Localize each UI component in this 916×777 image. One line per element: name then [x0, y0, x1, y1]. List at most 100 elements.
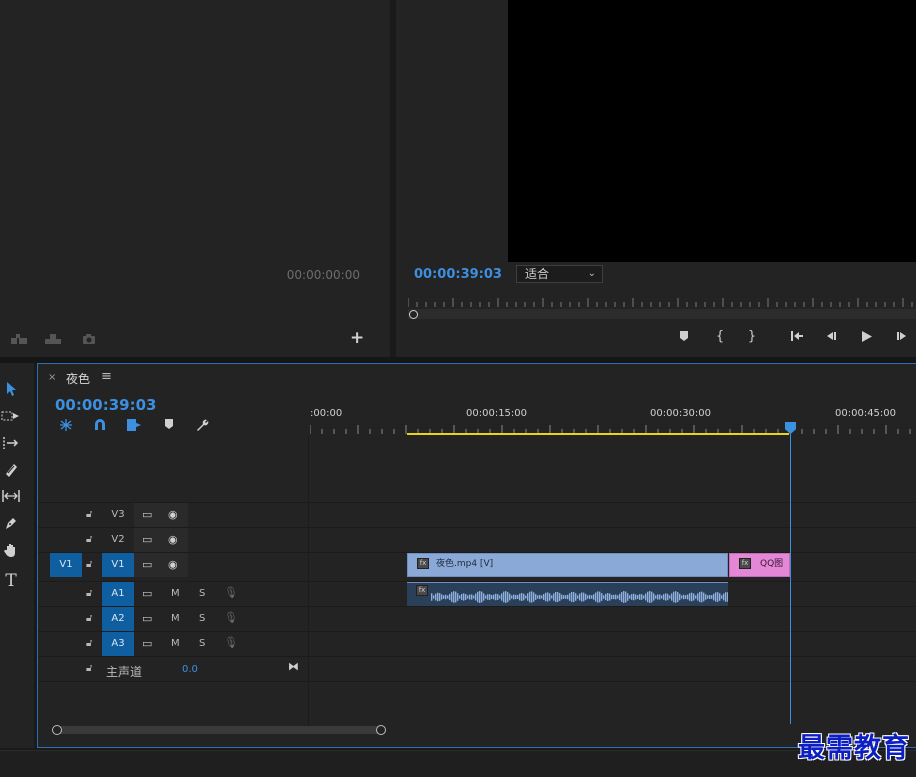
waveform-bar: [723, 593, 725, 601]
source-patch-v1[interactable]: V1: [50, 553, 82, 577]
lock-icon[interactable]: 🔓︎: [86, 588, 92, 599]
track-select-tool-icon[interactable]: [0, 407, 22, 429]
timeline-horizontal-scrollbar[interactable]: [52, 725, 386, 735]
snap-magnet-icon[interactable]: [92, 418, 108, 436]
pen-tool-icon[interactable]: [0, 515, 22, 537]
lock-icon[interactable]: 🔓︎: [86, 638, 92, 649]
nest-toggle-icon[interactable]: [58, 418, 74, 436]
mute-button[interactable]: M: [171, 638, 180, 649]
waveform-bar: [437, 592, 439, 602]
sync-lock-icon[interactable]: ▭︎: [142, 533, 152, 546]
fx-badge-icon: fx: [739, 558, 751, 569]
eye-icon[interactable]: ◉: [168, 508, 178, 521]
add-marker-icon[interactable]: [676, 330, 692, 346]
timeline-timecode[interactable]: 00:00:39:03: [55, 396, 157, 414]
eye-icon[interactable]: ◉: [168, 558, 178, 571]
track-name[interactable]: V1: [102, 553, 134, 577]
wrench-icon[interactable]: [194, 418, 210, 436]
microphone-icon[interactable]: 🎙︎: [224, 636, 238, 649]
work-area-bar[interactable]: [407, 433, 789, 435]
overwrite-icon[interactable]: [44, 333, 61, 345]
mark-out-icon[interactable]: }: [744, 330, 760, 344]
waveform-bar: [697, 593, 699, 601]
sync-lock-icon[interactable]: ▭︎: [142, 612, 152, 625]
linked-selection-icon[interactable]: [126, 418, 142, 436]
sync-lock-icon[interactable]: ▭︎: [142, 637, 152, 650]
ruler-label: 00:00:30:00: [650, 408, 712, 419]
microphone-icon[interactable]: 🎙︎: [224, 586, 238, 599]
add-button[interactable]: +: [350, 330, 364, 347]
track-row-a2[interactable]: 🔓︎ A2 ▭︎ M S 🎙︎: [38, 606, 916, 631]
waveform-bar: [609, 593, 611, 601]
track-row-a3[interactable]: 🔓︎ A3 ▭︎ M S 🎙︎: [38, 631, 916, 656]
go-to-ends-icon[interactable]: ⧓: [288, 660, 299, 673]
eye-icon[interactable]: ◉: [168, 533, 178, 546]
waveform-bar: [539, 594, 541, 600]
add-marker-icon[interactable]: [161, 418, 177, 434]
master-volume-value[interactable]: 0.0: [182, 664, 198, 675]
image-clip[interactable]: fx QQ图: [729, 553, 790, 577]
microphone-icon[interactable]: 🎙︎: [224, 611, 238, 624]
close-tab-icon[interactable]: ×: [48, 372, 56, 383]
track-name[interactable]: A1: [102, 582, 134, 606]
playhead-line[interactable]: [790, 424, 791, 724]
program-scrub-bar[interactable]: [408, 309, 916, 319]
solo-button[interactable]: S: [199, 613, 205, 624]
waveform-bar: [605, 593, 607, 601]
waveform-bar: [455, 591, 457, 603]
track-name[interactable]: V3: [102, 503, 134, 527]
lock-icon[interactable]: 🔓︎: [86, 663, 92, 674]
lock-icon[interactable]: 🔓︎: [86, 534, 92, 545]
waveform-bar: [623, 591, 625, 603]
lock-icon[interactable]: 🔓︎: [86, 509, 92, 520]
sync-lock-icon[interactable]: ▭︎: [142, 558, 152, 571]
waveform-bar: [685, 595, 687, 599]
step-forward-icon[interactable]: [894, 330, 910, 346]
insert-icon[interactable]: [10, 333, 27, 345]
selection-tool-icon[interactable]: [0, 381, 22, 403]
go-to-in-icon[interactable]: [789, 330, 805, 346]
solo-button[interactable]: S: [199, 588, 205, 599]
play-icon[interactable]: [858, 330, 874, 347]
track-name[interactable]: A3: [102, 632, 134, 656]
waveform-bar: [707, 595, 709, 599]
sync-lock-icon[interactable]: ▭︎: [142, 587, 152, 600]
mute-button[interactable]: M: [171, 588, 180, 599]
waveform-bar: [451, 592, 453, 602]
razor-tool-icon[interactable]: [0, 462, 22, 484]
source-timecode[interactable]: 00:00:00:00: [287, 268, 360, 282]
track-row-v3[interactable]: 🔓︎ V3 ▭︎ ◉: [38, 502, 916, 527]
panel-menu-icon[interactable]: ≡: [101, 369, 112, 384]
waveform-bar: [559, 593, 561, 601]
fit-dropdown[interactable]: 适合 ⌄: [516, 265, 603, 283]
step-back-icon[interactable]: [823, 330, 839, 346]
program-time-ruler[interactable]: [408, 296, 916, 308]
track-row-v2[interactable]: 🔓︎ V2 ▭︎ ◉: [38, 527, 916, 552]
lock-icon[interactable]: 🔓︎: [86, 613, 92, 624]
hand-tool-icon[interactable]: [0, 542, 22, 564]
waveform-bar: [703, 592, 705, 602]
program-playhead[interactable]: [409, 310, 418, 319]
waveform-bar: [477, 591, 479, 603]
ripple-edit-tool-icon[interactable]: [0, 435, 22, 457]
track-name[interactable]: A2: [102, 607, 134, 631]
mark-in-icon[interactable]: {: [712, 330, 728, 344]
audio-clip[interactable]: fx: [407, 582, 728, 606]
camera-icon[interactable]: [82, 333, 98, 345]
mute-button[interactable]: M: [171, 613, 180, 624]
lock-icon[interactable]: 🔓︎: [86, 559, 92, 570]
scroll-right-handle[interactable]: [376, 725, 386, 735]
track-row-master[interactable]: 🔓︎ 主声道 0.0 ⧓: [38, 656, 916, 681]
track-name[interactable]: V2: [102, 528, 134, 552]
scroll-left-handle[interactable]: [52, 725, 62, 735]
waveform-bar: [501, 593, 503, 601]
solo-button[interactable]: S: [199, 638, 205, 649]
video-clip[interactable]: fx 夜色.mp4 [V]: [407, 553, 728, 577]
program-timecode[interactable]: 00:00:39:03: [414, 267, 502, 282]
waveform-bar: [577, 595, 579, 599]
waveform-bar: [447, 595, 449, 599]
type-tool-icon[interactable]: T: [0, 570, 22, 592]
slip-tool-icon[interactable]: [0, 488, 22, 510]
sequence-tab-title[interactable]: 夜色: [66, 370, 90, 387]
sync-lock-icon[interactable]: ▭︎: [142, 508, 152, 521]
